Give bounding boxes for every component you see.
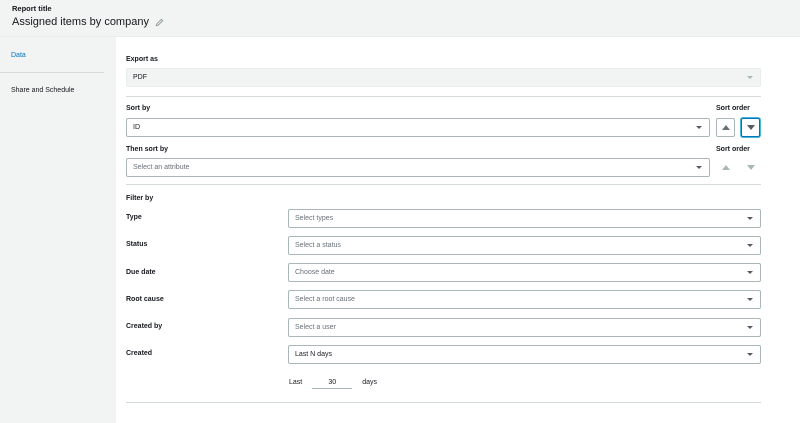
days-count-input[interactable] bbox=[312, 376, 353, 389]
filter-type-label: Type bbox=[126, 214, 142, 221]
caret-down-icon bbox=[746, 165, 755, 170]
filter-type-select[interactable]: Select types bbox=[288, 209, 761, 228]
caret-down-icon bbox=[746, 125, 755, 130]
filter-created-by-placeholder: Select a user bbox=[295, 324, 336, 331]
sidebar-item-data[interactable]: Data bbox=[11, 52, 26, 59]
then-sort-by-label: Then sort by bbox=[126, 146, 169, 153]
export-format-value: PDF bbox=[133, 74, 147, 81]
then-sort-descending-button[interactable] bbox=[741, 158, 760, 177]
filter-created-by-select[interactable]: Select a user bbox=[288, 318, 761, 337]
sidebar-divider bbox=[0, 72, 104, 73]
pencil-icon[interactable] bbox=[155, 17, 165, 27]
filter-type-placeholder: Select types bbox=[295, 215, 334, 222]
days-prefix-label: Last bbox=[289, 379, 303, 386]
sort-order-label: Sort order bbox=[716, 105, 750, 112]
filter-due-date-label: Due date bbox=[126, 269, 156, 276]
chevron-down-icon bbox=[747, 217, 753, 220]
report-title-row: Assigned items by company bbox=[12, 16, 165, 28]
section-divider bbox=[126, 96, 761, 97]
last-n-days-row: Last days bbox=[289, 376, 377, 389]
sort-by-value: ID bbox=[133, 124, 140, 131]
chevron-down-icon bbox=[696, 126, 702, 129]
then-sort-ascending-button[interactable] bbox=[716, 158, 735, 177]
chevron-down-icon bbox=[747, 353, 753, 356]
filter-by-heading: Filter by bbox=[126, 195, 154, 202]
filter-created-select[interactable]: Last N days bbox=[288, 345, 761, 364]
chevron-down-icon bbox=[747, 271, 753, 274]
sort-by-label: Sort by bbox=[126, 105, 151, 112]
report-form: Export as PDF Sort by ID Sort order Then… bbox=[116, 37, 800, 423]
chevron-down-icon bbox=[747, 76, 753, 79]
filter-root-cause-placeholder: Select a root cause bbox=[295, 296, 355, 303]
sidebar: Data Share and Schedule bbox=[0, 37, 116, 423]
caret-up-icon bbox=[721, 165, 730, 170]
then-sort-by-select[interactable]: Select an attribute bbox=[126, 158, 710, 177]
filter-root-cause-select[interactable]: Select a root cause bbox=[288, 290, 761, 309]
sort-by-select[interactable]: ID bbox=[126, 118, 710, 137]
section-divider bbox=[126, 184, 761, 185]
filter-root-cause-label: Root cause bbox=[126, 296, 164, 303]
export-format-select[interactable]: PDF bbox=[126, 68, 761, 87]
chevron-down-icon bbox=[696, 166, 702, 169]
section-divider bbox=[126, 402, 761, 403]
sort-descending-button[interactable] bbox=[741, 118, 760, 137]
export-as-label: Export as bbox=[126, 56, 158, 63]
report-header: Report title Assigned items by company bbox=[0, 0, 800, 37]
days-suffix-label: days bbox=[362, 379, 378, 386]
report-title: Assigned items by company bbox=[12, 16, 149, 28]
then-sort-order-label: Sort order bbox=[716, 146, 750, 153]
filter-status-label: Status bbox=[126, 241, 148, 248]
sort-ascending-button[interactable] bbox=[716, 118, 735, 137]
filter-created-label: Created bbox=[126, 350, 153, 357]
chevron-down-icon bbox=[747, 244, 753, 247]
report-title-label: Report title bbox=[12, 4, 52, 13]
filter-created-value: Last N days bbox=[295, 351, 332, 358]
filter-due-date-select[interactable]: Choose date bbox=[288, 263, 761, 282]
then-sort-by-placeholder: Select an attribute bbox=[133, 164, 190, 171]
filter-due-date-placeholder: Choose date bbox=[295, 269, 335, 276]
chevron-down-icon bbox=[747, 326, 753, 329]
chevron-down-icon bbox=[747, 298, 753, 301]
filter-created-by-label: Created by bbox=[126, 323, 163, 330]
caret-up-icon bbox=[721, 125, 730, 130]
sidebar-item-share-and-schedule[interactable]: Share and Schedule bbox=[11, 87, 74, 94]
filter-status-select[interactable]: Select a status bbox=[288, 236, 761, 255]
filter-status-placeholder: Select a status bbox=[295, 242, 341, 249]
